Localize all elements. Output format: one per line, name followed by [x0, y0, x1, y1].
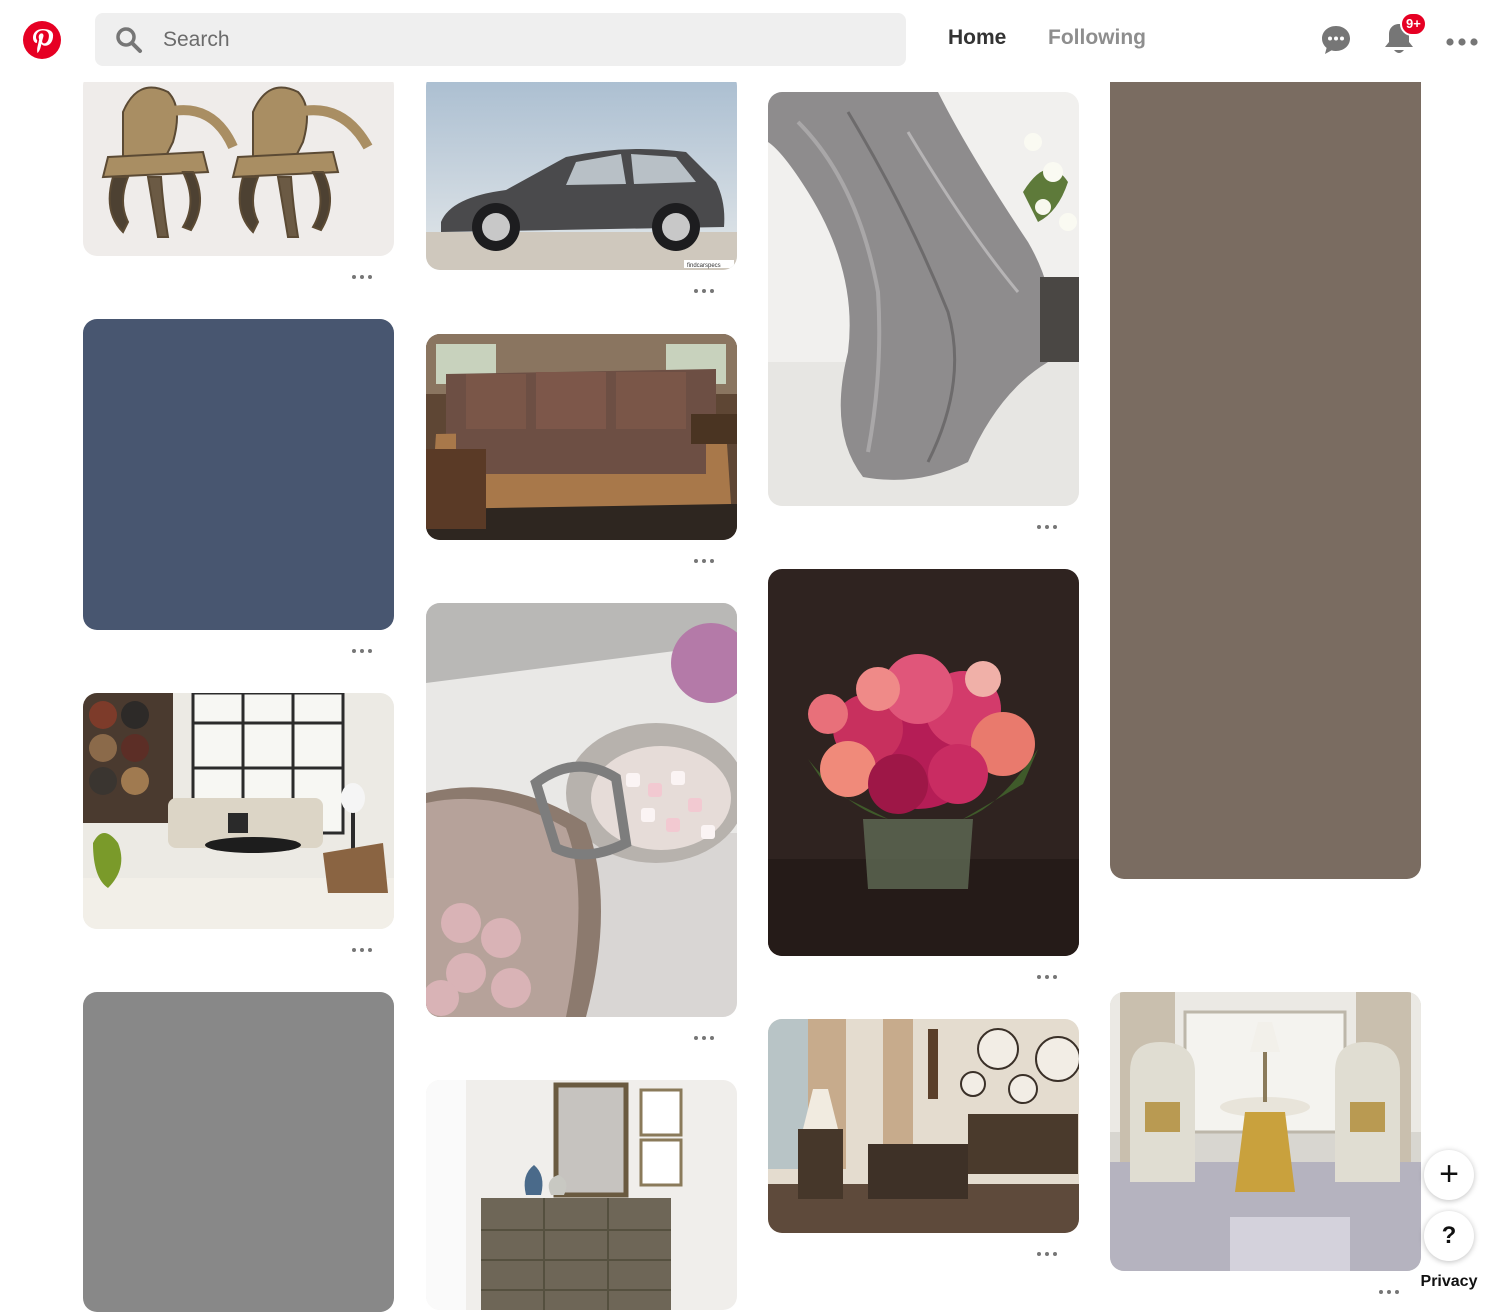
pin-feed: findcarspecs	[0, 0, 1500, 1312]
pin-peony-bouquet[interactable]	[768, 569, 1079, 956]
search-bar[interactable]	[95, 13, 906, 66]
pin-menu-button[interactable]	[1035, 972, 1061, 982]
pin-menu-button[interactable]	[350, 272, 376, 282]
pin-navy-swatch[interactable]	[83, 319, 394, 630]
pin-dresser-mirror[interactable]	[426, 1080, 737, 1310]
chat-bubble-icon[interactable]	[1320, 24, 1352, 61]
car-watermark: findcarspecs	[687, 263, 721, 269]
privacy-link[interactable]: Privacy	[1414, 1267, 1484, 1297]
pin-menu-button[interactable]	[1377, 1287, 1403, 1297]
pin-menu-button[interactable]	[692, 556, 718, 566]
notification-badge: 9+	[1400, 12, 1427, 36]
search-input[interactable]	[163, 13, 883, 66]
pin-horse-sculpture[interactable]	[768, 92, 1079, 506]
nav-home[interactable]: Home	[948, 26, 1006, 50]
pin-silver-bowl[interactable]	[426, 603, 737, 1017]
pin-plaid-sofa[interactable]	[426, 334, 737, 540]
pin-taupe-swatch[interactable]	[1110, 60, 1421, 879]
pin-menu-button[interactable]	[692, 286, 718, 296]
plus-icon[interactable]: +	[1424, 1150, 1474, 1200]
pin-ornate-chairs[interactable]	[83, 72, 394, 256]
ellipsis-icon[interactable]	[1446, 34, 1478, 52]
nav-following[interactable]: Following	[1048, 26, 1146, 50]
search-icon	[115, 26, 143, 59]
pin-menu-button[interactable]	[1035, 522, 1061, 532]
top-navigation-bar: Home Following 9+	[0, 0, 1500, 82]
pin-menu-button[interactable]	[1035, 1249, 1061, 1259]
pin-sitting-room[interactable]	[1110, 992, 1421, 1271]
pinterest-logo-icon[interactable]	[23, 21, 61, 59]
help-button[interactable]: ?	[1424, 1211, 1474, 1261]
pin-menu-button[interactable]	[692, 1033, 718, 1043]
pin-grey-car[interactable]: findcarspecs	[426, 72, 737, 270]
pin-grey-swatch[interactable]	[83, 992, 394, 1312]
pin-menu-button[interactable]	[350, 646, 376, 656]
pin-modern-living-room[interactable]	[83, 693, 394, 929]
pin-menu-button[interactable]	[350, 945, 376, 955]
pin-rustic-living-room[interactable]	[768, 1019, 1079, 1233]
